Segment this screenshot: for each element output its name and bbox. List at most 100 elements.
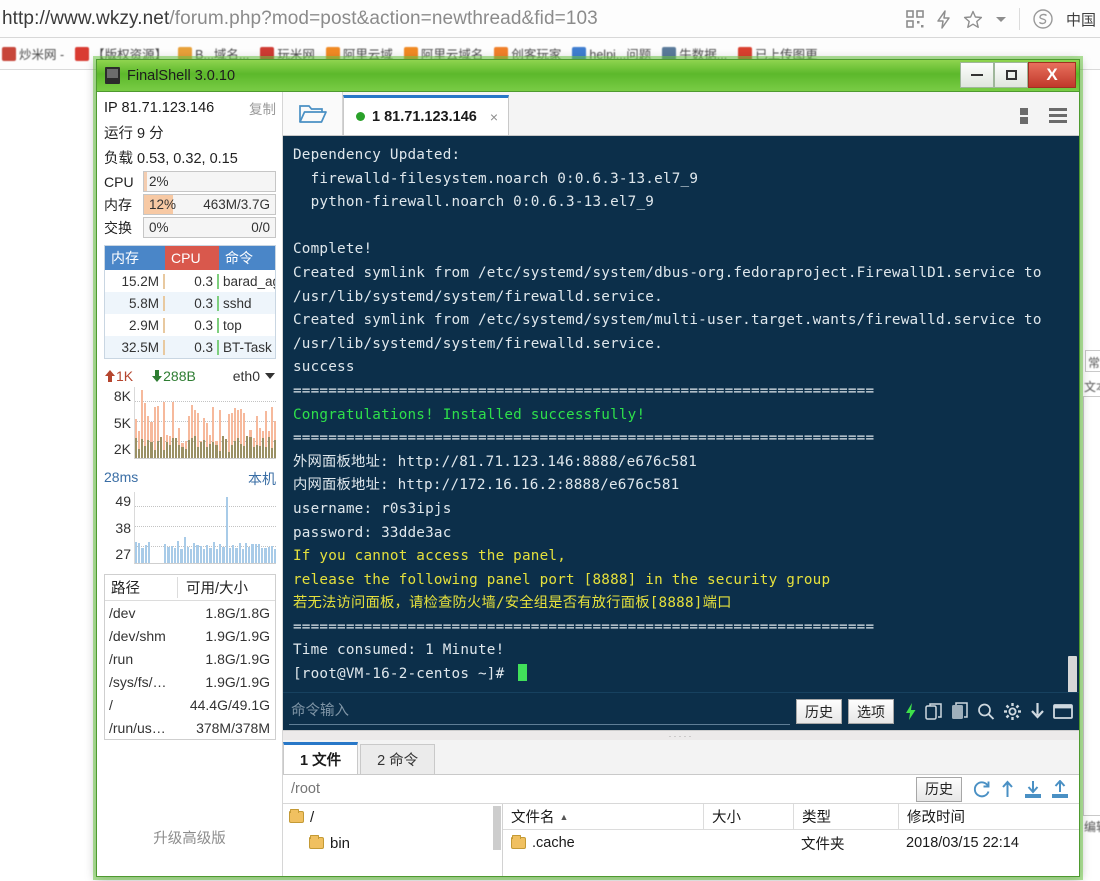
lightning-icon[interactable] <box>936 10 951 29</box>
process-col-memory[interactable]: 内存 <box>105 246 165 270</box>
folder-open-icon <box>298 102 328 126</box>
process-command: top <box>219 318 275 333</box>
minimize-icon <box>971 74 983 76</box>
window-icon[interactable] <box>1053 703 1073 720</box>
table-row[interactable]: /run1.8G/1.9G <box>105 647 275 670</box>
tree-item-label: bin <box>330 835 350 852</box>
tree-scrollbar[interactable] <box>493 806 501 850</box>
window-title-bar[interactable]: FinalShell 3.0.10 X <box>97 60 1079 92</box>
paste-icon[interactable] <box>951 702 969 721</box>
terminal-line: /usr/lib/systemd/system/firewalld.servic… <box>293 333 1069 357</box>
lightning-icon[interactable] <box>904 702 917 721</box>
list-item[interactable]: .cache 文件夹 2018/03/15 22:14 <box>503 830 1079 856</box>
search-icon[interactable] <box>977 702 995 721</box>
tree-item-bin[interactable]: bin <box>283 830 502 856</box>
copy-icon[interactable] <box>925 702 943 721</box>
grid-view-icon[interactable] <box>1020 107 1040 125</box>
url-path: /forum.php?mod=post&action=newthread&fid… <box>169 8 598 29</box>
session-tab[interactable]: 1 81.71.123.146 × <box>343 95 509 135</box>
ping-graph-block: 49 38 27 <box>97 492 282 564</box>
process-col-command[interactable]: 命令 <box>219 246 275 270</box>
ping-bars <box>135 492 276 563</box>
list-menu-icon[interactable] <box>1049 107 1069 125</box>
chevron-down-icon[interactable] <box>995 15 1007 24</box>
qr-code-icon[interactable] <box>906 10 924 28</box>
y-tick: 2K <box>104 441 131 457</box>
path-history-button[interactable]: 历史 <box>916 777 962 802</box>
file-path-bar: 历史 <box>283 774 1079 804</box>
download-file-icon[interactable] <box>1024 780 1042 799</box>
terminal-output[interactable]: Dependency Updated: firewalld-filesystem… <box>283 136 1079 692</box>
file-list-header: 文件名 ▲ 大小 类型 修改时间 <box>503 804 1079 830</box>
y-tick: 27 <box>104 546 131 562</box>
disk-col-path[interactable]: 路径 <box>105 577 177 598</box>
process-col-cpu[interactable]: CPU <box>165 246 219 270</box>
process-table: 内存 CPU 命令 15.2M 0.3 barad_ag 5.8M 0.3 ss… <box>104 245 276 359</box>
browser-url-bar[interactable]: http://www.wkzy.net/forum.php?mod=post&a… <box>0 0 1100 38</box>
sogou-icon[interactable] <box>1032 8 1054 30</box>
download-icon[interactable] <box>1030 702 1045 721</box>
maximize-button[interactable] <box>994 62 1028 88</box>
upload-rate: 1K <box>116 368 133 384</box>
table-row[interactable]: 15.2M 0.3 barad_ag <box>105 270 275 292</box>
memory-meter-detail: 463M/3.7G <box>203 195 270 214</box>
command-options-button[interactable]: 选项 <box>848 699 894 724</box>
table-row[interactable]: /run/us…378M/378M <box>105 716 275 739</box>
tab-commands[interactable]: 2 命令 <box>360 744 435 774</box>
terminal-scrollbar[interactable] <box>1068 656 1077 696</box>
load-row: 负载 0.53, 0.32, 0.15 <box>97 145 282 170</box>
window-controls: X <box>960 60 1079 90</box>
y-tick: 8K <box>104 388 131 404</box>
disk-path: /dev <box>105 605 187 621</box>
column-size[interactable]: 大小 <box>703 804 793 829</box>
close-button[interactable]: X <box>1028 62 1076 88</box>
star-icon[interactable] <box>963 10 983 29</box>
table-row[interactable]: 32.5M 0.3 BT-Task <box>105 336 275 358</box>
column-filename[interactable]: 文件名 ▲ <box>503 804 703 829</box>
upgrade-link[interactable]: 升级高级版 <box>97 827 282 848</box>
swap-meter-row: 交换 0% 0/0 <box>97 216 282 239</box>
tab-files[interactable]: 1 文件 <box>283 742 358 774</box>
panel-splitter[interactable]: ····· <box>283 730 1079 740</box>
gear-icon[interactable] <box>1003 702 1022 721</box>
table-row[interactable]: 2.9M 0.3 top <box>105 314 275 336</box>
table-row[interactable]: /dev1.8G/1.8G <box>105 601 275 624</box>
background-content-box <box>1083 396 1100 816</box>
upload-file-icon[interactable] <box>1051 780 1069 799</box>
refresh-icon[interactable] <box>972 780 991 799</box>
file-type: 文件夹 <box>793 833 898 854</box>
close-tab-icon[interactable]: × <box>490 109 498 125</box>
table-row[interactable]: /44.4G/49.1G <box>105 693 275 716</box>
maximize-icon <box>1006 70 1017 80</box>
bookmark-item[interactable]: 炒米网 - <box>2 44 64 63</box>
table-row[interactable]: 5.8M 0.3 sshd <box>105 292 275 314</box>
terminal-line: success <box>293 356 1069 380</box>
disk-path: /dev/shm <box>105 628 187 644</box>
table-row[interactable]: /dev/shm1.9G/1.9G <box>105 624 275 647</box>
folder-icon <box>309 837 324 849</box>
tree-item-root[interactable]: / <box>283 804 502 830</box>
terminal-line: Time consumed: 1 Minute! <box>293 639 1069 663</box>
terminal-line: Created symlink from /etc/systemd/system… <box>293 262 1069 286</box>
copy-ip-button[interactable]: 复制 <box>249 98 276 118</box>
table-row[interactable]: /sys/fs/…1.9G/1.9G <box>105 670 275 693</box>
toolbar-divider <box>1019 8 1020 30</box>
process-memory: 15.2M <box>105 274 165 289</box>
interface-selector[interactable]: eth0 <box>233 368 276 384</box>
network-legend: 1K 288B eth0 <box>104 368 276 384</box>
y-tick: 5K <box>104 415 131 431</box>
upload-arrow-icon[interactable] <box>1000 780 1015 799</box>
open-folder-button[interactable] <box>283 92 343 135</box>
command-input[interactable] <box>289 699 790 725</box>
cpu-meter-fill <box>144 172 147 191</box>
disk-usage: 1.9G/1.9G <box>187 674 275 690</box>
minimize-button[interactable] <box>960 62 994 88</box>
disk-table: 路径 可用/大小 /dev1.8G/1.8G /dev/shm1.9G/1.9G… <box>104 574 276 740</box>
path-input[interactable] <box>287 781 910 797</box>
command-history-button[interactable]: 历史 <box>796 699 842 724</box>
load-label: 负载 0.53, 0.32, 0.15 <box>104 147 238 168</box>
disk-col-usage[interactable]: 可用/大小 <box>177 577 275 598</box>
terminal-line: ========================================… <box>293 616 1069 640</box>
column-modified[interactable]: 修改时间 <box>898 804 1079 829</box>
column-type[interactable]: 类型 <box>793 804 898 829</box>
